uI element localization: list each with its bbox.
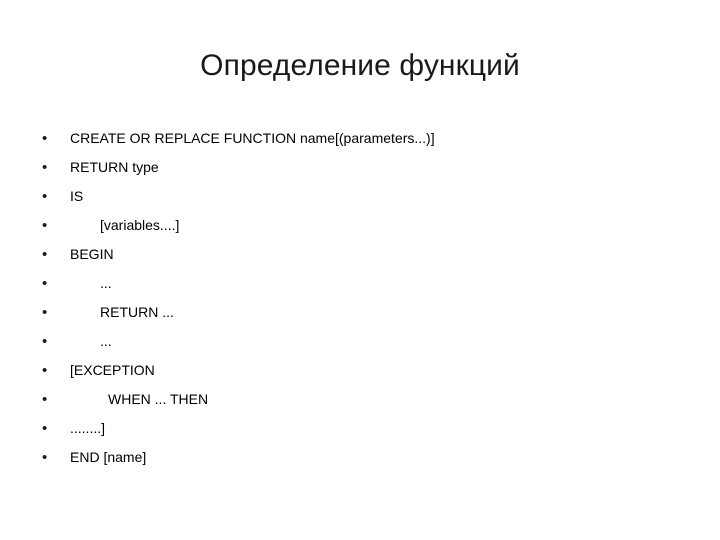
list-item-label: RETURN type [70,159,159,175]
bullet-dot-icon: • [42,420,48,437]
list-item-label: ... [100,333,112,349]
slide-content-body: • CREATE OR REPLACE FUNCTION name[(parame… [30,124,670,466]
list-item: • CREATE OR REPLACE FUNCTION name[(parame… [30,124,670,153]
bullet-dot-icon: • [42,217,48,234]
page-title: Определение функций [200,49,520,82]
list-item: •... [30,269,670,298]
bullet-dot-icon: • [42,188,48,205]
list-item: • IS [30,182,670,211]
list-item: • RETURN ... [30,298,670,327]
list-item-label: [EXCEPTION [70,362,155,378]
bullet-dot-icon: • [42,449,48,466]
bullet-dot-icon: • [42,130,48,147]
bullet-dot-icon: • [42,333,48,350]
list-item-label: ........] [70,420,106,436]
bullet-dot-icon: • [42,304,48,321]
list-item-label: IS [70,188,84,204]
list-item-label: BEGIN [70,246,114,262]
list-item: • [variables....] [30,211,670,240]
list-item-label: RETURN ... [100,304,174,320]
list-item-label: END [name] [70,449,147,465]
list-item: •... [30,327,670,356]
list-item-label: WHEN ... THEN [108,391,209,407]
list-item-label: ... [100,275,112,291]
list-item-label: CREATE OR REPLACE FUNCTION name[(paramet… [70,130,435,146]
list-item: • WHEN ... THEN [30,385,670,414]
slide-canvas: Определение функций • CREATE OR REPLACE F… [0,0,720,540]
list-item-label: [variables....] [100,217,180,233]
bullet-dot-icon: • [42,275,48,292]
bullet-dot-icon: • [42,362,48,379]
bullet-dot-icon: • [42,159,48,176]
list-item: • BEGIN [30,240,670,269]
list-item: • RETURN type [30,153,670,182]
list-item: •........] [30,414,670,443]
list-item: • [EXCEPTION [30,356,670,385]
list-item: • END [name] [30,443,670,472]
bullet-list: • CREATE OR REPLACE FUNCTION name[(parame… [30,124,670,472]
bullet-dot-icon: • [42,391,48,408]
bullet-dot-icon: • [42,246,48,263]
